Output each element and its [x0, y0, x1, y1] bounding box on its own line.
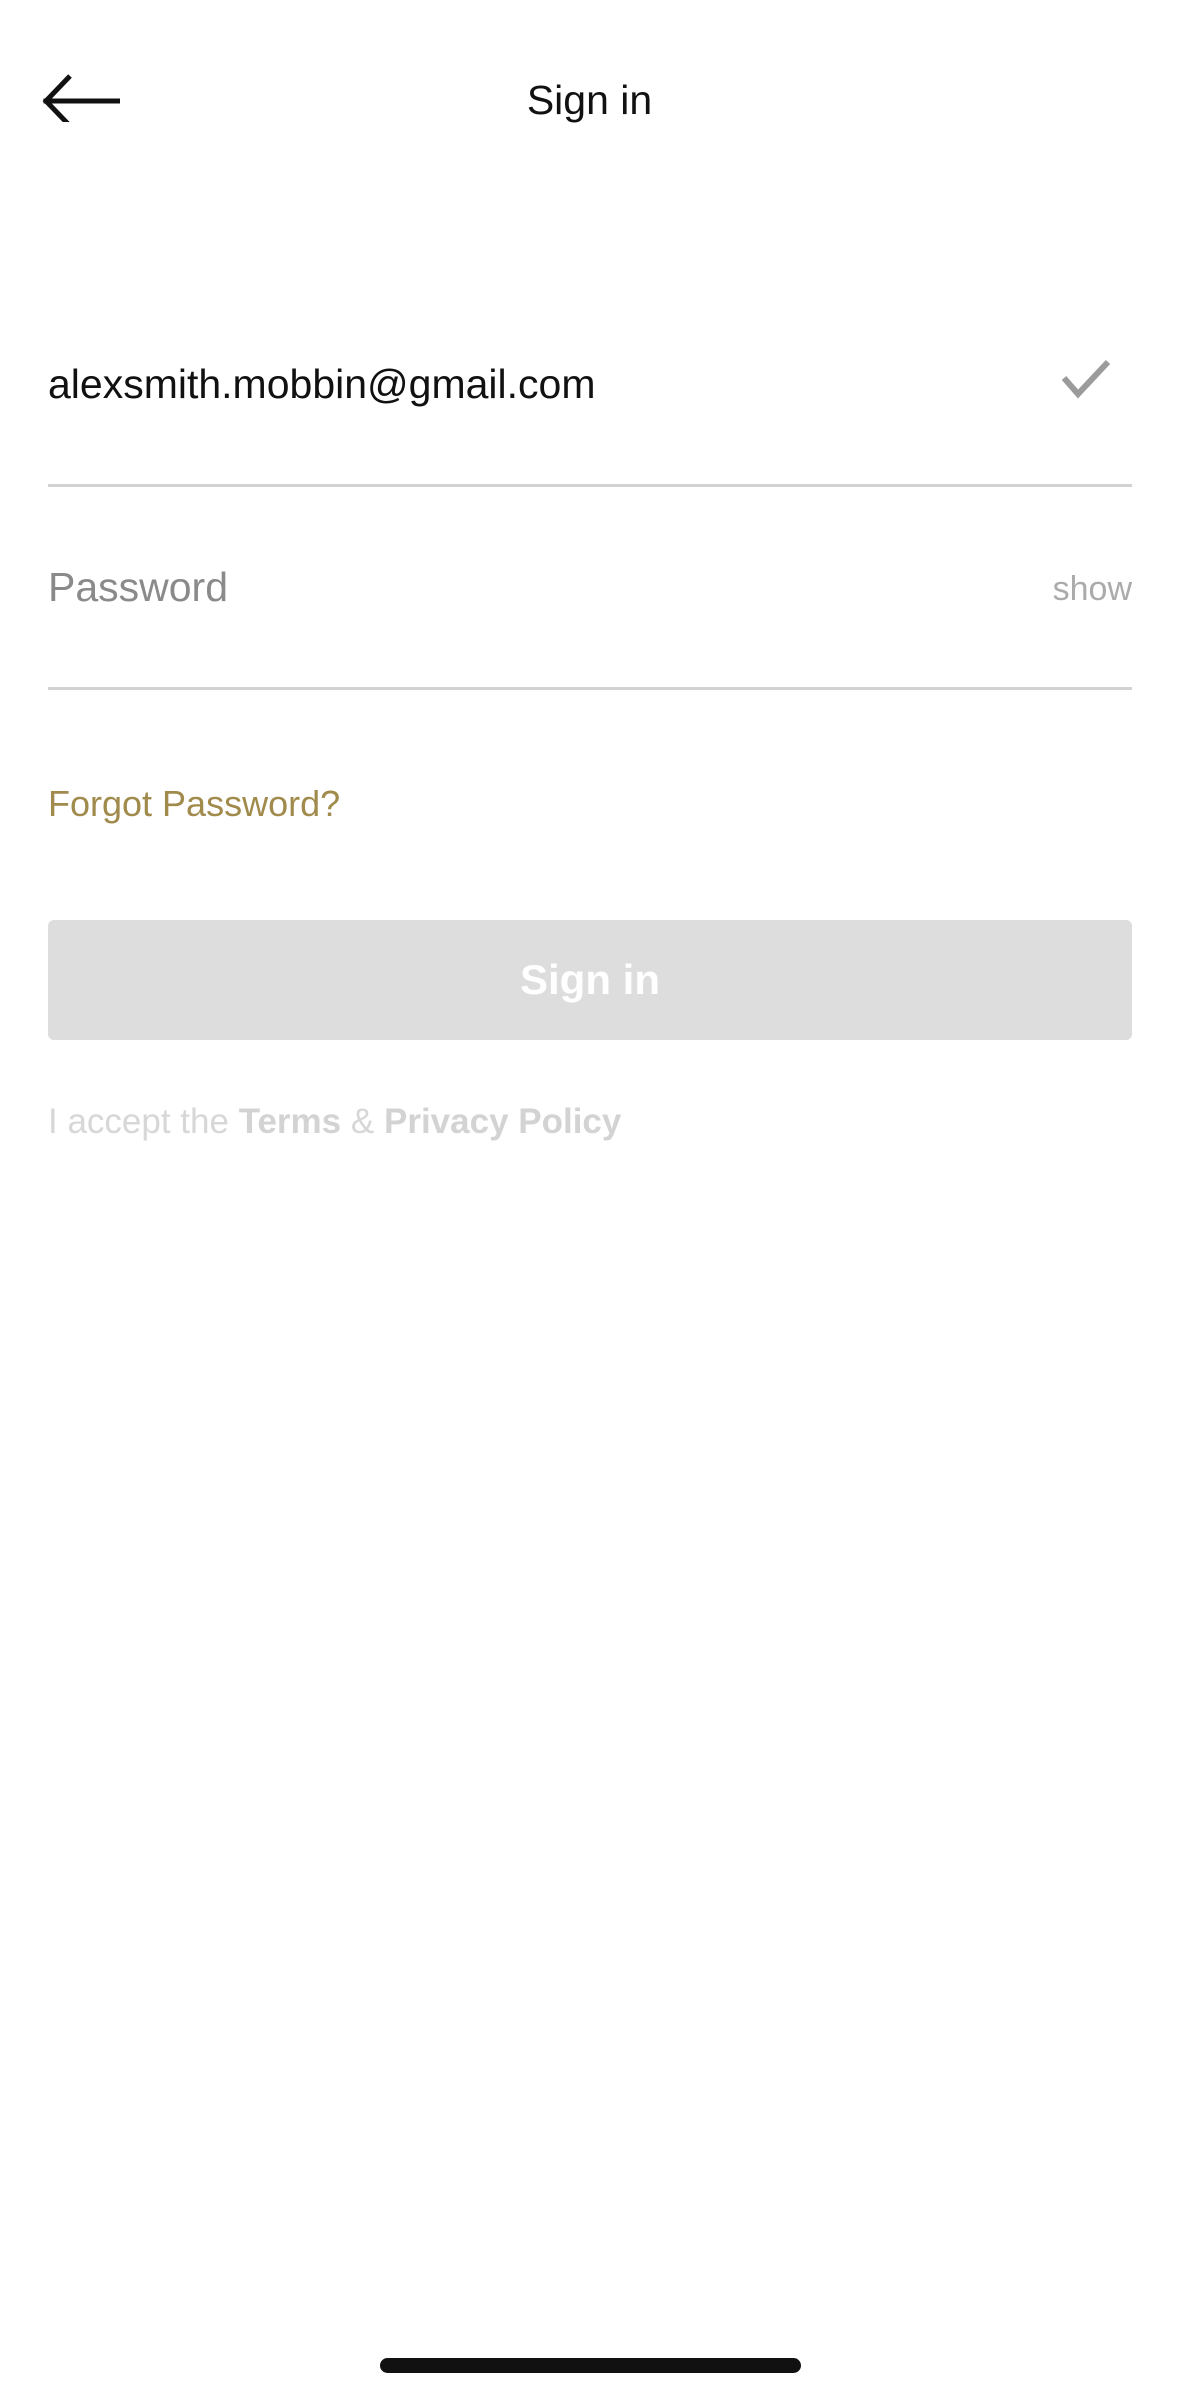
header: Sign in [0, 0, 1179, 200]
terms-prefix: I accept the [48, 1102, 229, 1141]
password-field[interactable] [48, 559, 948, 615]
terms-link[interactable]: Terms [239, 1102, 341, 1141]
page-title: Sign in [526, 77, 653, 123]
privacy-policy-link[interactable]: Privacy Policy [384, 1102, 621, 1141]
email-field-container [48, 284, 1132, 487]
forgot-password-link[interactable]: Forgot Password? [48, 780, 340, 828]
home-indicator [380, 2358, 801, 2373]
sign-in-button[interactable]: Sign in [48, 920, 1132, 1040]
show-password-toggle[interactable]: show [1053, 567, 1132, 611]
terms-text: I accept the Terms & Privacy Policy [48, 1098, 621, 1146]
email-field[interactable] [48, 356, 948, 412]
checkmark-icon [1060, 356, 1112, 400]
terms-separator: & [350, 1102, 375, 1141]
password-field-container: show [48, 487, 1132, 690]
